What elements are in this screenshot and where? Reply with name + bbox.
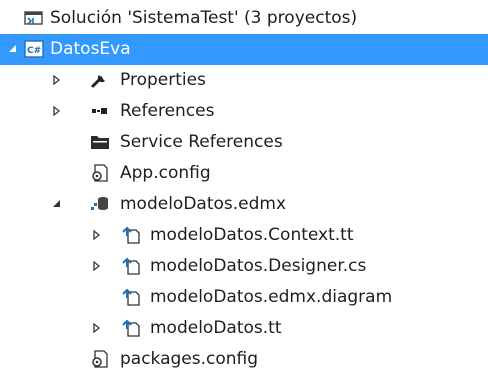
- solution-label: Solución 'SistemaTest' (3 proyectos): [50, 8, 358, 28]
- project-label: DatosEva: [50, 39, 131, 59]
- tree-node-packages-config[interactable]: packages.config: [0, 344, 488, 375]
- text-template-icon: [122, 220, 142, 251]
- tree-node-edmx-diagram[interactable]: modeloDatos.edmx.diagram: [0, 282, 488, 313]
- tree-node-edmx[interactable]: modeloDatos.edmx: [0, 189, 488, 220]
- expanded-arrow-icon[interactable]: [6, 34, 20, 65]
- packages-config-label: packages.config: [120, 349, 259, 369]
- edmx-label: modeloDatos.edmx: [120, 194, 287, 214]
- collapsed-arrow-icon[interactable]: [90, 251, 104, 282]
- modelo-tt-label: modeloDatos.tt: [150, 318, 282, 338]
- wrench-icon: [90, 65, 110, 96]
- collapsed-arrow-icon[interactable]: [50, 65, 64, 96]
- tree-node-context-tt[interactable]: modeloDatos.Context.tt: [0, 220, 488, 251]
- collapsed-arrow-icon[interactable]: [50, 96, 64, 127]
- collapsed-arrow-icon[interactable]: [90, 313, 104, 344]
- service-references-label: Service References: [120, 132, 283, 152]
- tree-node-properties[interactable]: Properties: [0, 65, 488, 96]
- references-label: References: [120, 101, 215, 121]
- edmx-model-icon: [90, 189, 110, 220]
- tree-node-references[interactable]: References: [0, 96, 488, 127]
- text-template-icon: [122, 251, 142, 282]
- svg-text:C#: C#: [27, 46, 41, 56]
- csharp-project-icon: C#: [24, 34, 44, 65]
- config-file-icon: [90, 158, 110, 189]
- collapsed-arrow-icon[interactable]: [90, 220, 104, 251]
- references-icon: [90, 96, 110, 127]
- tree-node-service-references[interactable]: Service References: [0, 127, 488, 158]
- tree-node-solution[interactable]: Solución 'SistemaTest' (3 proyectos): [0, 3, 488, 34]
- expanded-arrow-icon[interactable]: [50, 189, 64, 220]
- text-template-icon: [122, 313, 142, 344]
- config-file-icon: [90, 344, 110, 375]
- context-tt-label: modeloDatos.Context.tt: [150, 225, 354, 245]
- tree-node-modelo-tt[interactable]: modeloDatos.tt: [0, 313, 488, 344]
- solution-icon: [24, 3, 44, 34]
- folder-icon: [90, 127, 110, 158]
- properties-label: Properties: [120, 70, 206, 90]
- tree-node-designer-cs[interactable]: modeloDatos.Designer.cs: [0, 251, 488, 282]
- edmx-diagram-label: modeloDatos.edmx.diagram: [150, 287, 393, 307]
- text-template-icon: [122, 282, 142, 313]
- solution-explorer-tree: Solución 'SistemaTest' (3 proyectos) C# …: [0, 0, 488, 383]
- tree-node-app-config[interactable]: App.config: [0, 158, 488, 189]
- app-config-label: App.config: [120, 163, 211, 183]
- designer-cs-label: modeloDatos.Designer.cs: [150, 256, 367, 276]
- tree-node-project-datoseva[interactable]: C# DatosEva: [0, 34, 488, 65]
